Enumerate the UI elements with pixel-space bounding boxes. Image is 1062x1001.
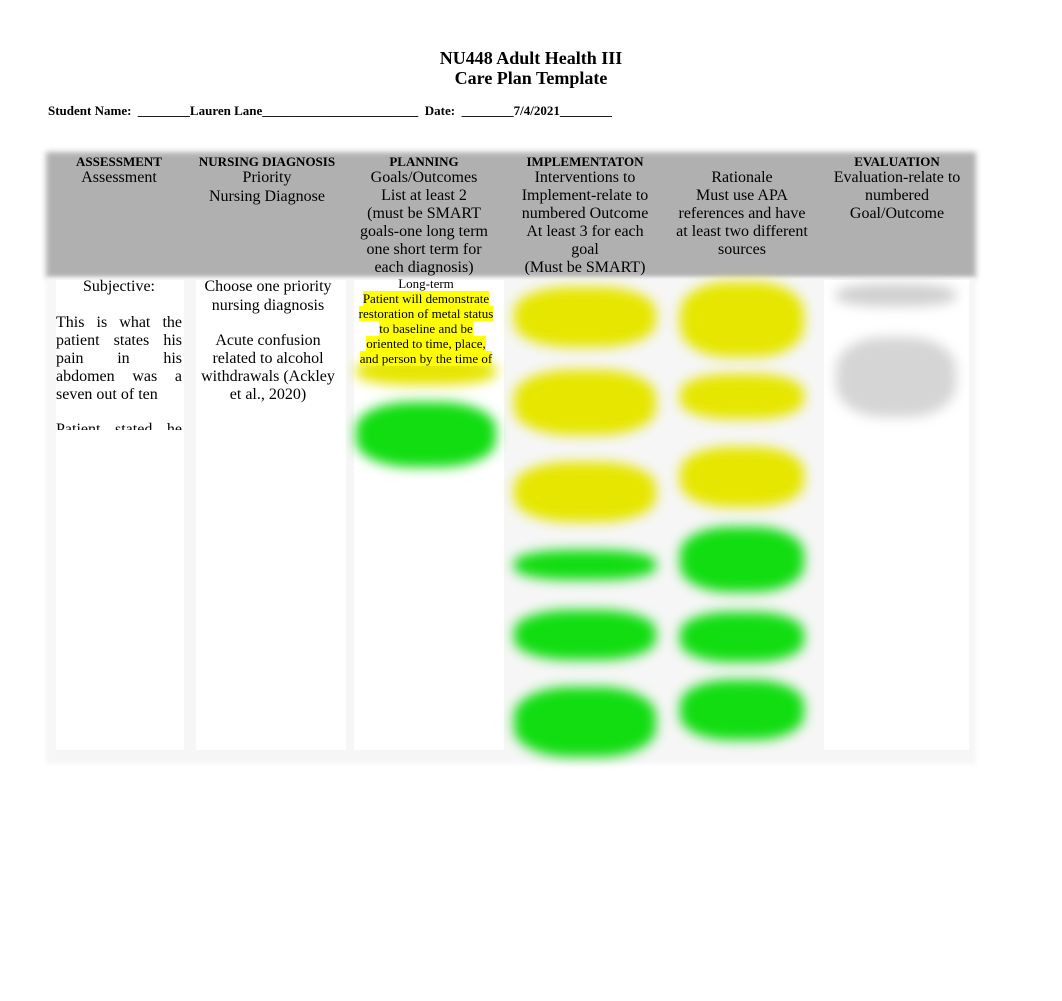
column-subheading: Priority <box>242 169 292 186</box>
diagnosis-content: Choose one priority nursing diagnosis Ac… <box>194 278 342 404</box>
assessment-text-line: seven out of ten <box>56 386 158 403</box>
column-subheading: goal <box>571 241 599 258</box>
column-heading: NURSING DIAGNOSIS <box>198 154 336 169</box>
column-subheading: (must be SMART <box>367 205 481 222</box>
blurred-highlight-yellow <box>680 282 804 357</box>
blurred-highlight-yellow <box>680 447 804 507</box>
goal-text-line: and person by the time of <box>359 351 493 366</box>
document-title: NU448 Adult Health III <box>439 48 623 68</box>
column-subheading: sources <box>718 241 766 258</box>
care-plan-table: ASSESSMENT Assessment NURSING DIAGNOSIS … <box>46 152 976 764</box>
column-subheading: Interventions to <box>534 169 636 186</box>
goal-text-line: oriented to time, place, <box>366 336 486 351</box>
diagnosis-instruction-line: nursing diagnosis <box>211 297 325 314</box>
column-implementation: IMPLEMENTATON Interventions to Implement… <box>508 152 662 277</box>
blurred-highlight-green <box>680 680 804 740</box>
blurred-highlight-yellow <box>514 370 656 435</box>
column-subheading: (Must be SMART) <box>524 259 646 276</box>
column-heading: EVALUATION <box>854 154 940 169</box>
goal-text-line: to baseline and be <box>379 321 473 336</box>
blurred-highlight-green <box>680 612 804 662</box>
column-subheading: goals-one long term <box>360 223 488 240</box>
goal-text-line: Patient will demonstrate <box>362 291 490 306</box>
column-heading: PLANNING <box>389 154 459 169</box>
assessment-text-line-cutoff: Patient stated he <box>56 421 182 430</box>
column-planning: PLANNING Goals/Outcomes List at least 2 … <box>346 152 502 277</box>
assessment-text-line: abdomen was a <box>56 368 182 385</box>
assessment-text-line: pain in his <box>56 350 182 367</box>
diagnosis-text-line: related to alcohol <box>212 350 324 367</box>
student-name-value: ________Lauren Lane_____________________… <box>137 103 419 118</box>
column-subheading: at least two different <box>676 223 808 240</box>
column-subheading: one short term for <box>366 241 482 258</box>
column-subheading: Rationale <box>711 169 773 186</box>
goal-text-line: restoration of metal status <box>358 306 494 321</box>
date-value: ________7/4/2021________ <box>461 103 612 118</box>
column-subheading: numbered Outcome <box>521 205 649 222</box>
student-info-line: Student Name: ________Lauren Lane_______… <box>48 103 612 119</box>
column-evaluation: EVALUATION Evaluation-relate to numbered… <box>820 152 974 223</box>
column-rationale: Rationale Must use APA references and ha… <box>664 152 820 259</box>
column-subheading: Nursing Diagnose <box>209 188 325 205</box>
assessment-content: Subjective: This is what the patient sta… <box>56 278 182 430</box>
diagnosis-text-line: Acute confusion <box>215 332 321 349</box>
column-subheading: Evaluation-relate to <box>833 169 961 186</box>
document-subtitle: Care Plan Template <box>454 68 608 88</box>
diagnosis-text-line: et al., 2020) <box>229 386 307 403</box>
column-subheading: Must use APA <box>696 187 788 204</box>
blurred-highlight-yellow <box>680 374 804 419</box>
blurred-text <box>836 284 956 306</box>
blurred-highlight-green <box>356 402 496 467</box>
blurred-highlight-yellow <box>514 462 656 522</box>
blurred-highlight-yellow <box>514 287 656 347</box>
blurred-highlight-green <box>514 550 656 580</box>
assessment-text-line: patient states his <box>56 332 182 349</box>
date-label: Date: <box>424 103 456 118</box>
blurred-highlight-green <box>514 610 656 660</box>
blurred-highlight-green <box>514 687 656 757</box>
student-name-label: Student Name: <box>48 103 132 118</box>
column-subheading: numbered <box>865 187 929 204</box>
blurred-text <box>836 337 956 417</box>
column-subheading: Goals/Outcomes <box>370 169 478 186</box>
assessment-text-line: This is what the <box>56 314 182 331</box>
column-heading: ASSESSMENT <box>76 154 162 169</box>
column-subheading: Implement-relate to <box>521 187 649 204</box>
column-nursing-diagnosis: NURSING DIAGNOSIS Priority Nursing Diagn… <box>192 152 342 206</box>
column-heading: IMPLEMENTATON <box>526 154 644 169</box>
column-subheading: each diagnosis) <box>374 259 474 276</box>
column-subheading: Goal/Outcome <box>849 205 945 222</box>
column-subheading: Assessment <box>81 169 157 186</box>
diagnosis-text-line: withdrawals (Ackley <box>201 368 335 385</box>
subjective-label: Subjective: <box>83 278 155 295</box>
planning-content: Long-term Patient will demonstrate resto… <box>351 276 501 366</box>
column-subheading: references and have <box>678 205 806 222</box>
diagnosis-instruction-line: Choose one priority <box>204 278 332 295</box>
long-term-label: Long-term <box>398 276 454 291</box>
column-subheading: List at least 2 <box>381 187 467 204</box>
column-assessment: ASSESSMENT Assessment <box>46 152 192 187</box>
column-heading <box>664 154 820 169</box>
column-subheading: At least 3 for each <box>526 223 644 240</box>
blurred-highlight-green <box>680 527 804 592</box>
